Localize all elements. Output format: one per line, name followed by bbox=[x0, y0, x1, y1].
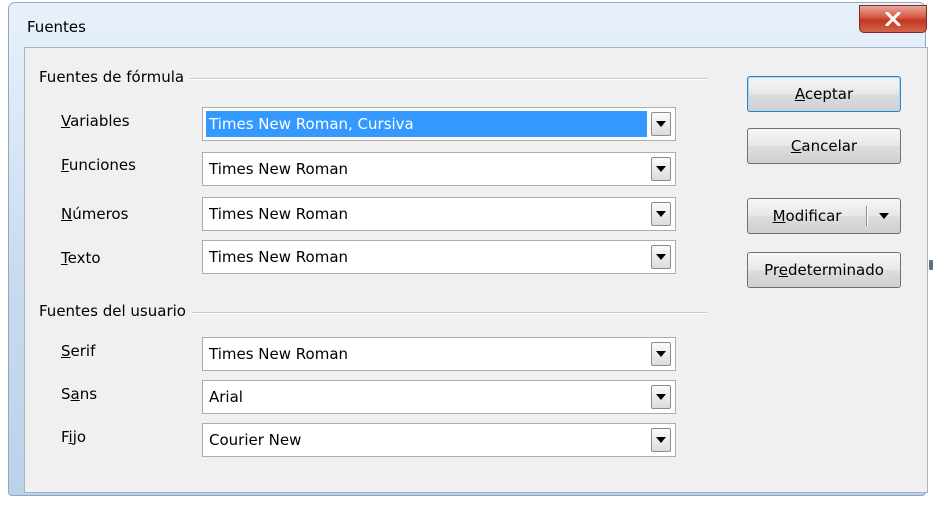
group-title-user: Fuentes del usuario bbox=[39, 302, 192, 320]
close-button[interactable] bbox=[859, 5, 927, 33]
numeros-dropdown-button[interactable] bbox=[651, 202, 671, 226]
label-numeros: Números bbox=[61, 205, 129, 223]
variables-combobox[interactable]: Times New Roman, Cursiva bbox=[202, 107, 676, 141]
fijo-value: Courier New bbox=[209, 431, 302, 449]
predeterminado-button[interactable]: Predeterminado bbox=[747, 252, 901, 288]
triangle-down-icon bbox=[656, 437, 666, 443]
triangle-down-icon bbox=[656, 211, 666, 217]
texto-value: Times New Roman bbox=[209, 248, 349, 266]
fijo-combobox[interactable]: Courier New bbox=[202, 423, 676, 457]
label-texto: Texto bbox=[61, 249, 101, 267]
label-sans: Sans bbox=[61, 385, 98, 403]
funciones-value: Times New Roman bbox=[209, 160, 349, 178]
triangle-down-icon bbox=[879, 213, 889, 219]
triangle-down-icon bbox=[656, 394, 666, 400]
sans-value: Arial bbox=[209, 388, 243, 406]
variables-dropdown-button[interactable] bbox=[651, 112, 671, 136]
triangle-down-icon bbox=[656, 166, 666, 172]
modificar-menu-arrow[interactable] bbox=[872, 199, 896, 233]
aceptar-button[interactable]: Aceptar bbox=[747, 76, 901, 112]
modificar-split-button[interactable]: Modificar bbox=[747, 198, 901, 234]
label-variables: Variables bbox=[61, 112, 130, 130]
texto-combobox[interactable]: Times New Roman bbox=[202, 240, 676, 274]
modificar-label: Modificar bbox=[772, 207, 842, 225]
group-title-formula: Fuentes de fórmula bbox=[39, 68, 191, 86]
window-title: Fuentes bbox=[27, 18, 86, 36]
triangle-down-icon bbox=[656, 351, 666, 357]
sans-combobox[interactable]: Arial bbox=[202, 380, 676, 414]
triangle-down-icon bbox=[656, 121, 666, 127]
serif-dropdown-button[interactable] bbox=[651, 342, 671, 366]
fijo-dropdown-button[interactable] bbox=[651, 428, 671, 452]
split-separator bbox=[866, 206, 868, 226]
close-icon bbox=[885, 12, 901, 26]
numeros-combobox[interactable]: Times New Roman bbox=[202, 197, 676, 231]
numeros-value: Times New Roman bbox=[209, 205, 349, 223]
sans-dropdown-button[interactable] bbox=[651, 385, 671, 409]
cancelar-button[interactable]: Cancelar bbox=[747, 128, 901, 164]
triangle-down-icon bbox=[656, 254, 666, 260]
serif-combobox[interactable]: Times New Roman bbox=[202, 337, 676, 371]
dialog-client-area: Fuentes de fórmula Variables Times New R… bbox=[24, 47, 928, 493]
serif-value: Times New Roman bbox=[209, 345, 349, 363]
funciones-combobox[interactable]: Times New Roman bbox=[202, 152, 676, 186]
window-edge-marker bbox=[929, 260, 933, 270]
funciones-dropdown-button[interactable] bbox=[651, 157, 671, 181]
label-serif: Serif bbox=[61, 342, 96, 360]
texto-dropdown-button[interactable] bbox=[651, 245, 671, 269]
dialog-window: Fuentes Fuentes de fórmula Variables Tim… bbox=[8, 2, 928, 496]
label-funciones: Funciones bbox=[61, 156, 136, 174]
variables-value: Times New Roman, Cursiva bbox=[209, 115, 414, 133]
label-fijo: Fijo bbox=[61, 428, 87, 446]
